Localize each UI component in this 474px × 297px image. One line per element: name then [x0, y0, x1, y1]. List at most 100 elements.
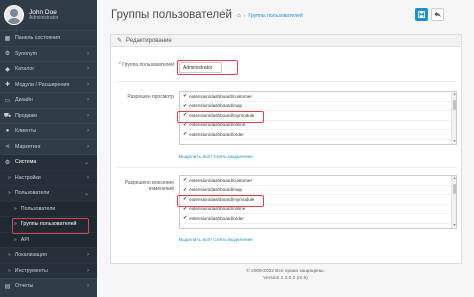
sidebar-subitem-users[interactable]: » Пользователи ⌄	[0, 185, 97, 201]
edit-panel: ✎ Редактирование * Группа пользователей …	[110, 34, 462, 264]
home-icon[interactable]: ⌂	[237, 13, 241, 19]
user-profile[interactable]: John Doe Administrator	[0, 0, 97, 30]
sidebar-item-label: Панель состояния	[15, 35, 61, 42]
checkbox-checked-icon[interactable]: ✔	[183, 103, 187, 109]
chevron-right-icon: ›	[87, 128, 89, 135]
sidebar-nav: ▦ Панель состояния ⚙ Synonym › ◆ Каталог…	[0, 30, 97, 294]
chevron-down-icon: ⌄	[83, 159, 89, 166]
scroll-down-icon[interactable]: ▼	[452, 223, 456, 228]
sidebar-item-design[interactable]: ▭ Дизайн ›	[0, 92, 97, 108]
select-all-link[interactable]: Выделить всё	[179, 238, 210, 243]
sidebar-item-label: Отчеты	[15, 283, 34, 290]
group-name-label: * Группа пользователей	[118, 62, 174, 68]
list-item[interactable]: ✔ extension/dashboard/order	[180, 130, 456, 140]
list-item[interactable]: ✔ extension/dashboard/order	[180, 214, 456, 224]
sidebar-subitem-localisation[interactable]: » Локализация ›	[0, 247, 97, 263]
sidebar-item-catalog[interactable]: ◆ Каталог ›	[0, 61, 97, 77]
sidebar-subitem-settings[interactable]: » Настройки ›	[0, 169, 97, 185]
highlight-box	[177, 60, 238, 75]
unselect-all-link[interactable]: Снять выделение	[213, 155, 253, 160]
bullet-icon: »	[8, 267, 11, 274]
version-text: Version 2.3.0.2 (rs.5)	[263, 275, 308, 281]
sidebar-item-label: Система	[15, 159, 37, 166]
breadcrumb-link[interactable]: Группы пользователей	[248, 13, 303, 19]
select-all-link[interactable]: Выделить всё	[179, 155, 210, 160]
sidebar-item-label: Локализация	[14, 252, 47, 259]
separator: /	[211, 238, 213, 243]
chevron-right-icon: ›	[87, 283, 89, 290]
list-item[interactable]: ✔ extension/dashboard/map	[180, 186, 456, 195]
breadcrumb: ⌂ › Группы пользователей	[237, 13, 303, 19]
sidebar-subitem-tools[interactable]: » Инструменты ›	[0, 262, 97, 278]
list-item[interactable]: ✔ extension/dashboard/map	[180, 102, 456, 111]
checkbox-checked-icon[interactable]: ✔	[183, 215, 187, 221]
sidebar: John Doe Administrator ▦ Панель состояни…	[0, 0, 97, 297]
sidebar-item-label: API	[20, 236, 30, 243]
access-permission-label: Разрешен просмотр	[127, 94, 174, 100]
chevron-down-icon: ⌄	[83, 190, 89, 197]
sidebar-item-label: Маркетинг	[15, 143, 41, 150]
user-icon: ●	[5, 128, 10, 135]
sidebar-item-label: Продажи	[15, 112, 38, 119]
chevron-right-icon: ›	[87, 143, 89, 150]
chevron-right-icon: ›	[87, 50, 89, 57]
separator: /	[211, 155, 213, 160]
modify-permission-label: Разрешено внесение изменений	[124, 180, 174, 193]
save-button[interactable]	[415, 8, 428, 21]
sidebar-item-label: Клиенты	[15, 128, 37, 135]
avatar	[4, 5, 24, 25]
scrollbar-thumb[interactable]	[453, 100, 456, 110]
sidebar-item-label: Дизайн	[15, 97, 33, 104]
checkbox-checked-icon[interactable]: ✔	[183, 187, 187, 193]
unselect-all-link[interactable]: Снять выделение	[213, 238, 253, 243]
list-item[interactable]: ✔ extension/dashboard/customer	[180, 176, 456, 186]
checkbox-checked-icon[interactable]: ✔	[183, 177, 187, 183]
list-item[interactable]: ✔ extension/dashboard/customer	[180, 92, 456, 102]
highlight-box	[12, 218, 89, 234]
main-content: Группы пользователей ⌂ › Группы пользова…	[97, 0, 474, 297]
bullet-icon: »	[8, 252, 11, 259]
chevron-right-icon: ›	[87, 174, 89, 181]
checkbox-checked-icon[interactable]: ✔	[183, 131, 187, 137]
reply-icon	[434, 11, 441, 18]
panel-heading-text: Редактирование	[126, 37, 172, 44]
cog-icon: ⚙	[4, 159, 11, 166]
user-info: John Doe Administrator	[29, 9, 58, 22]
sidebar-item-system[interactable]: ⚙ Система ⌄	[0, 154, 97, 170]
monitor-icon: ▭	[4, 97, 11, 104]
back-button[interactable]	[431, 8, 444, 21]
puzzle-icon: ✚	[4, 82, 11, 89]
cart-icon: ⛟	[3, 112, 12, 119]
access-select-links: Выделить всё / Снять выделение	[179, 155, 253, 160]
tag-icon: ◆	[5, 66, 10, 73]
sidebar-item-extensions[interactable]: ✚ Модули / Расширения ›	[0, 76, 97, 93]
scrollbar[interactable]: ▲ ▼	[451, 176, 456, 228]
sidebar-item-marketing[interactable]: ⋖ Маркетинг ›	[0, 138, 97, 155]
highlight-box	[177, 195, 264, 207]
scroll-down-icon[interactable]: ▼	[452, 139, 456, 144]
chevron-right-icon: ›	[87, 66, 89, 73]
sidebar-item-label: Инструменты	[14, 267, 48, 274]
dashboard-icon: ▦	[4, 35, 11, 42]
sidebar-item-reports[interactable]: ▤ Отчеты ›	[0, 278, 97, 294]
sidebar-subitem-users-list[interactable]: » Пользователи	[0, 200, 97, 216]
checkbox-checked-icon[interactable]: ✔	[183, 93, 187, 99]
panel-heading: ✎ Редактирование	[111, 35, 461, 47]
sidebar-item-label: Пользователи	[20, 205, 56, 212]
sidebar-item-customers[interactable]: ● Клиенты ›	[0, 123, 97, 139]
scroll-up-icon[interactable]: ▲	[452, 92, 456, 97]
page-title: Группы пользователей	[111, 9, 232, 21]
sidebar-item-label: Каталог	[15, 66, 35, 73]
highlight-box	[177, 111, 264, 123]
sidebar-item-dashboard[interactable]: ▦ Панель состояния	[0, 30, 97, 46]
bullet-icon: »	[8, 190, 11, 197]
divider	[117, 167, 457, 168]
sidebar-item-label: Настройки	[14, 174, 41, 181]
scrollbar[interactable]: ▲ ▼	[451, 92, 456, 144]
scroll-up-icon[interactable]: ▲	[452, 176, 456, 181]
scrollbar-thumb[interactable]	[453, 184, 456, 194]
user-role: Administrator	[29, 14, 59, 21]
sidebar-item-synonym[interactable]: ⚙ Synonym ›	[0, 45, 97, 62]
chevron-right-icon: ›	[87, 252, 89, 259]
sidebar-item-sales[interactable]: ⛟ Продажи ›	[0, 107, 97, 124]
